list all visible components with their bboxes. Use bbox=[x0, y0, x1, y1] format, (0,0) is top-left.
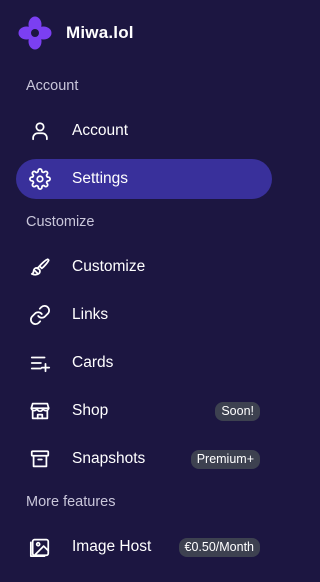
store-icon bbox=[28, 399, 52, 423]
nav-item-settings[interactable]: Settings bbox=[16, 159, 272, 199]
flower-logo-icon bbox=[18, 16, 52, 50]
nav-label-shop: Shop bbox=[72, 402, 109, 419]
image-icon bbox=[28, 535, 52, 559]
price-badge: €0.50/Month bbox=[178, 537, 260, 557]
section-label-more-features: More features bbox=[26, 494, 116, 510]
brand-name: Miwa.lol bbox=[66, 23, 134, 42]
brand[interactable]: Miwa.lol bbox=[18, 16, 134, 50]
nav-item-snapshots[interactable]: Snapshots Premium+ bbox=[16, 439, 272, 479]
nav-item-shop[interactable]: Shop Soon! bbox=[16, 391, 272, 431]
user-icon bbox=[28, 119, 52, 143]
gear-icon bbox=[28, 167, 52, 191]
list-add-icon bbox=[28, 351, 52, 375]
nav-item-links[interactable]: Links bbox=[16, 295, 272, 335]
nav-label-customize: Customize bbox=[72, 258, 146, 275]
section-label-customize: Customize bbox=[26, 214, 95, 230]
soon-badge: Soon! bbox=[215, 401, 260, 421]
nav-label-account: Account bbox=[72, 122, 129, 139]
paintbrush-icon bbox=[28, 255, 52, 279]
nav-label-settings: Settings bbox=[72, 170, 129, 187]
nav-item-account[interactable]: Account bbox=[16, 111, 272, 151]
nav-item-customize[interactable]: Customize bbox=[16, 247, 272, 287]
nav-item-cards[interactable]: Cards bbox=[16, 343, 272, 383]
section-label-account: Account bbox=[26, 78, 79, 94]
premium-badge: Premium+ bbox=[190, 449, 260, 469]
nav-label-snapshots: Snapshots bbox=[72, 450, 146, 467]
nav-label-links: Links bbox=[72, 306, 109, 323]
nav-label-cards: Cards bbox=[72, 354, 114, 371]
nav-item-image-host[interactable]: Image Host €0.50/Month bbox=[16, 527, 272, 567]
nav-label-image-host: Image Host bbox=[72, 538, 152, 555]
archive-icon bbox=[28, 447, 52, 471]
link-icon bbox=[28, 303, 52, 327]
